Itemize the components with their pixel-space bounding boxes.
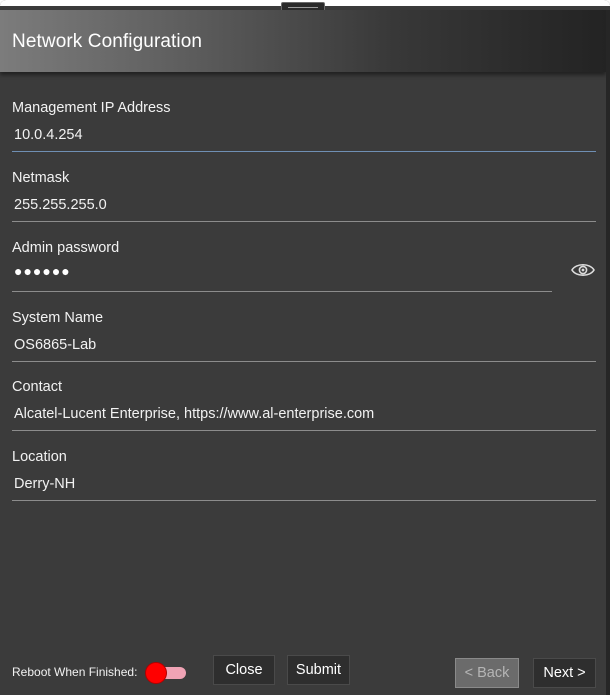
next-button[interactable]: Next > xyxy=(533,658,596,688)
netmask-input[interactable] xyxy=(14,195,584,215)
submit-button[interactable]: Submit xyxy=(287,655,350,685)
contact-input[interactable] xyxy=(14,404,584,424)
dialog-title: Network Configuration xyxy=(12,31,203,52)
admin-password-input[interactable]: ●●●●●● xyxy=(14,263,71,279)
netmask-label: Netmask xyxy=(12,170,70,186)
netmask-underline xyxy=(12,221,596,222)
admin-password-label: Admin password xyxy=(12,240,120,256)
admin-password-underline xyxy=(12,291,552,292)
reboot-when-finished-label: Reboot When Finished: xyxy=(12,665,138,679)
contact-underline xyxy=(12,430,596,431)
management-ip-label: Management IP Address xyxy=(12,100,171,116)
location-input[interactable] xyxy=(14,474,584,494)
management-ip-underline xyxy=(12,151,596,152)
window-right-edge xyxy=(606,10,610,695)
dialog-header: Network Configuration xyxy=(0,10,606,72)
eye-icon[interactable] xyxy=(571,261,595,279)
management-ip-input[interactable] xyxy=(14,125,584,145)
network-configuration-dialog: Network Configuration Management IP Addr… xyxy=(0,0,610,695)
system-name-label: System Name xyxy=(12,310,104,326)
back-button[interactable]: < Back xyxy=(455,658,519,688)
system-name-input[interactable] xyxy=(14,335,584,355)
reboot-toggle-knob[interactable] xyxy=(145,662,167,684)
close-button[interactable]: Close xyxy=(213,655,275,685)
contact-label: Contact xyxy=(12,379,62,395)
location-underline xyxy=(12,500,596,501)
system-name-underline xyxy=(12,361,596,362)
location-label: Location xyxy=(12,449,67,465)
